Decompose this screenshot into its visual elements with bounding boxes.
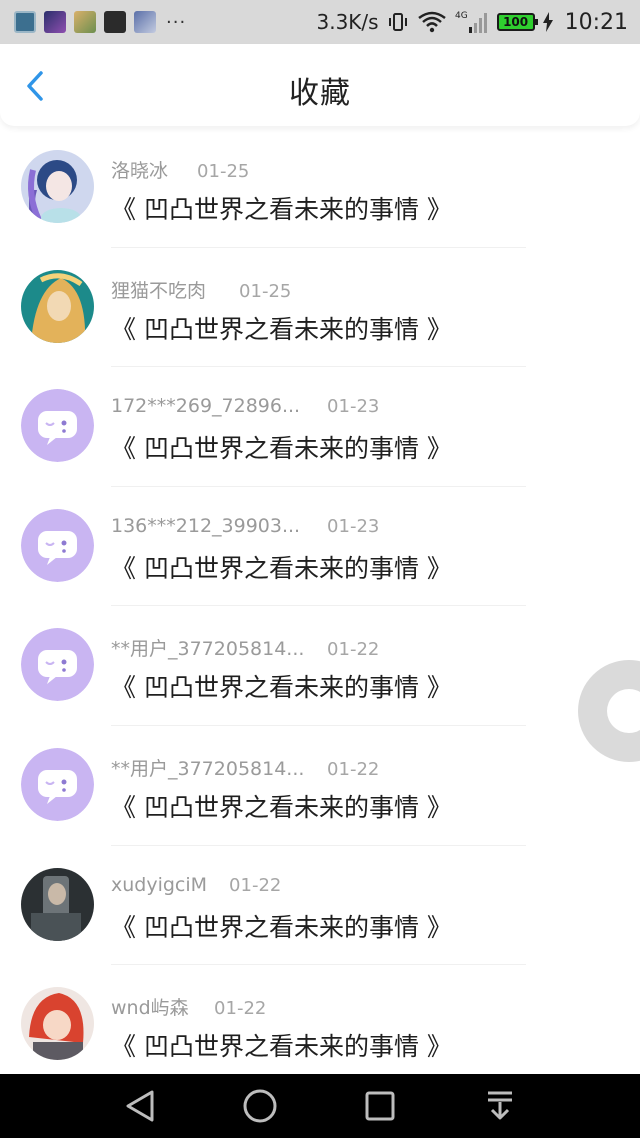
- clock: 10:21: [564, 9, 628, 35]
- avatar[interactable]: [21, 508, 94, 582]
- item-meta: wnd屿森 01-22: [111, 993, 531, 1019]
- item-title[interactable]: 《 凹凸世界之看未来的事情 》: [111, 788, 452, 824]
- avatar[interactable]: [21, 867, 94, 941]
- cell-signal-icon: 4G: [455, 9, 489, 35]
- charging-icon: [542, 12, 553, 32]
- nav-recents-button[interactable]: [355, 1081, 405, 1131]
- more-notifications: ···: [166, 11, 187, 33]
- favorites-list: 洛晓冰 01-25 《 凹凸世界之看未来的事情 》 狸猫不吃肉 01-25 《 …: [0, 128, 640, 1085]
- recents-square-icon: [365, 1091, 395, 1121]
- item-date: 01-22: [327, 639, 380, 661]
- game-app-icon: [44, 11, 66, 33]
- item-meta: 洛晓冰 01-25: [111, 156, 531, 182]
- avatar[interactable]: [21, 747, 94, 821]
- dark-app-icon: [104, 11, 126, 33]
- notification-pull-icon: [488, 1091, 512, 1120]
- item-username[interactable]: xudyigciM: [111, 874, 223, 896]
- item-date: 01-22: [229, 874, 282, 896]
- signal-type-label: 4G: [455, 11, 468, 21]
- list-item[interactable]: 172***269_72896... 01-23 《 凹凸世界之看未来的事情 》: [0, 367, 640, 487]
- item-meta: 172***269_72896... 01-23: [111, 395, 531, 421]
- list-item[interactable]: **用户_377205814... 01-22 《 凹凸世界之看未来的事情 》: [0, 726, 640, 846]
- vibrate-icon: [387, 11, 409, 33]
- item-username[interactable]: 136***212_39903...: [111, 515, 321, 537]
- list-item[interactable]: **用户_377205814... 01-22 《 凹凸世界之看未来的事情 》: [0, 606, 640, 726]
- list-item[interactable]: 洛晓冰 01-25 《 凹凸世界之看未来的事情 》: [0, 128, 640, 248]
- item-username[interactable]: **用户_377205814...: [111, 634, 321, 661]
- nav-back-button[interactable]: [115, 1081, 165, 1131]
- back-triangle-icon: [126, 1090, 154, 1122]
- item-username[interactable]: wnd屿森: [111, 993, 208, 1020]
- item-username[interactable]: **用户_377205814...: [111, 754, 321, 781]
- item-meta: 狸猫不吃肉 01-25: [111, 276, 531, 302]
- status-right: 3.3K/s 4G 100 10:21: [317, 9, 629, 35]
- avatar[interactable]: [21, 628, 94, 702]
- item-title[interactable]: 《 凹凸世界之看未来的事情 》: [111, 1027, 452, 1063]
- item-title[interactable]: 《 凹凸世界之看未来的事情 》: [111, 190, 452, 226]
- nav-notification-button[interactable]: [475, 1081, 525, 1131]
- nav-home-button[interactable]: [235, 1081, 285, 1131]
- item-username[interactable]: 狸猫不吃肉: [111, 276, 233, 303]
- photo-app-icon: [74, 11, 96, 33]
- status-bar: ··· 3.3K/s 4G 100 10:21: [0, 0, 640, 44]
- battery-indicator: 100: [496, 13, 538, 31]
- list-item[interactable]: 136***212_39903... 01-23 《 凹凸世界之看未来的事情 》: [0, 487, 640, 607]
- item-meta: 136***212_39903... 01-23: [111, 515, 531, 541]
- grid-app-icon: [134, 11, 156, 33]
- item-date: 01-22: [327, 758, 380, 780]
- notification-icons: ···: [14, 11, 186, 33]
- network-speed: 3.3K/s: [316, 10, 379, 34]
- system-nav-bar: [0, 1074, 640, 1138]
- item-date: 01-25: [239, 280, 292, 302]
- item-meta: **用户_377205814... 01-22: [111, 634, 531, 660]
- item-meta: **用户_377205814... 01-22: [111, 754, 531, 780]
- wifi-icon: [417, 11, 447, 33]
- item-date: 01-25: [197, 161, 250, 182]
- item-title[interactable]: 《 凹凸世界之看未来的事情 》: [111, 549, 452, 585]
- avatar[interactable]: [21, 269, 94, 343]
- item-title[interactable]: 《 凹凸世界之看未来的事情 》: [111, 668, 452, 704]
- list-item[interactable]: wnd屿森 01-22 《 凹凸世界之看未来的事情 》: [0, 965, 640, 1085]
- item-title[interactable]: 《 凹凸世界之看未来的事情 》: [111, 310, 452, 346]
- list-item[interactable]: 狸猫不吃肉 01-25 《 凹凸世界之看未来的事情 》: [0, 248, 640, 368]
- item-date: 01-23: [327, 515, 380, 537]
- avatar[interactable]: [21, 987, 94, 1061]
- avatar[interactable]: [21, 389, 94, 463]
- header: 收藏: [0, 44, 640, 126]
- item-title[interactable]: 《 凹凸世界之看未来的事情 》: [111, 908, 452, 944]
- item-title[interactable]: 《 凹凸世界之看未来的事情 》: [111, 429, 452, 465]
- item-username[interactable]: 172***269_72896...: [111, 395, 321, 417]
- page-title: 收藏: [289, 76, 351, 111]
- item-username[interactable]: 洛晓冰: [111, 156, 191, 183]
- avatar[interactable]: [21, 150, 94, 223]
- item-date: 01-22: [214, 998, 267, 1020]
- favorites-screen: ··· 3.3K/s 4G 100 10:21 收藏 洛晓冰 01-25 《 凹…: [0, 0, 640, 1138]
- item-date: 01-23: [327, 396, 380, 418]
- gallery-app-icon: [14, 11, 36, 33]
- assistive-touch-icon: [607, 689, 640, 733]
- item-meta: xudyigciM 01-22: [111, 874, 531, 900]
- list-item[interactable]: xudyigciM 01-22 《 凹凸世界之看未来的事情 》: [0, 846, 640, 966]
- home-circle-icon: [243, 1089, 277, 1123]
